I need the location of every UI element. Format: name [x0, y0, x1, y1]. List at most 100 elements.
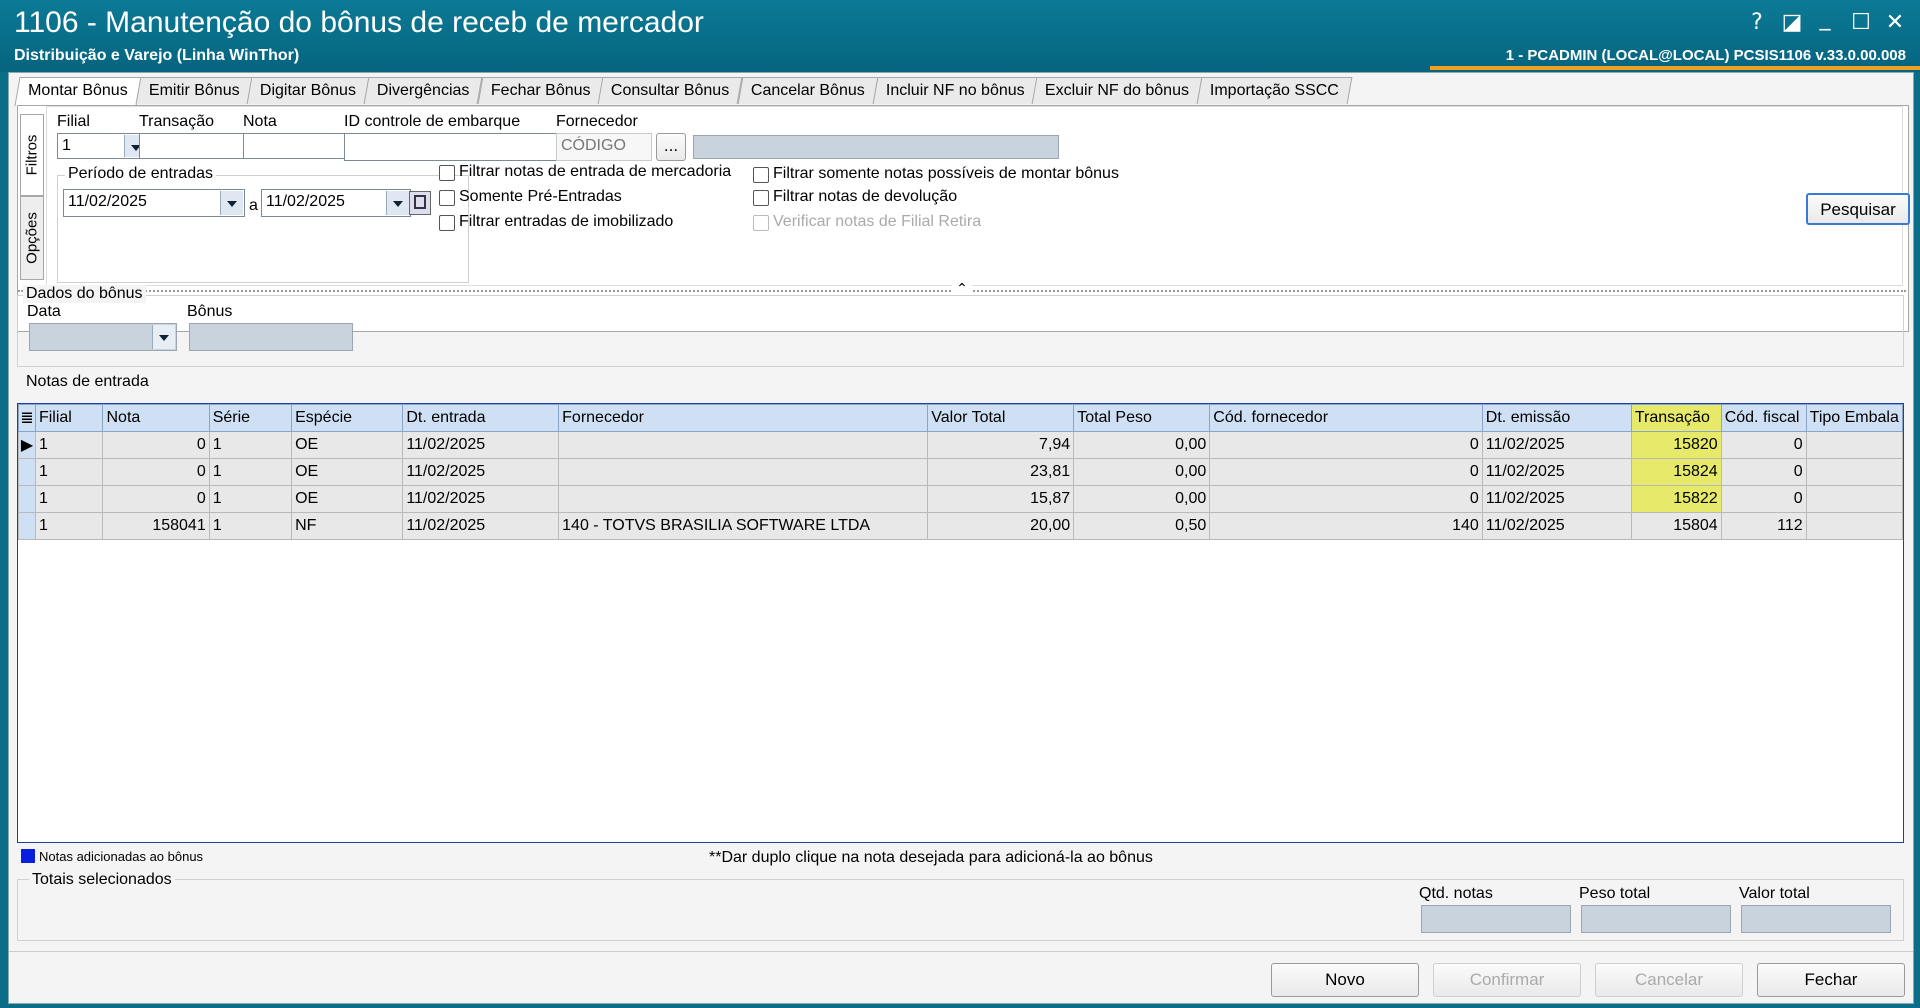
- cell-serie: 1: [208, 431, 293, 459]
- chk-imobilizado[interactable]: [439, 215, 455, 231]
- table-row[interactable]: 1 0 1 OE 11/02/2025 15,87 0,00 0 11/02/2…: [18, 485, 1904, 513]
- cell-filial: 1: [34, 431, 104, 459]
- date-separator: a: [249, 197, 258, 214]
- bonus-field: [189, 323, 353, 351]
- window-subtitle: Distribuição e Varejo (Linha WinThor): [14, 47, 300, 64]
- cancelar-button[interactable]: Cancelar: [1595, 963, 1743, 997]
- chk-imobilizado-label: Filtrar entradas de imobilizado: [459, 213, 674, 230]
- chk-entrada-mercadoria[interactable]: [439, 165, 455, 181]
- chk-filial-retira[interactable]: [753, 215, 769, 231]
- cell-total-peso: 0,00: [1073, 485, 1211, 513]
- col-header-valor-total[interactable]: Valor Total: [927, 404, 1075, 432]
- fornecedor-lookup-button[interactable]: ...: [656, 133, 686, 161]
- search-button[interactable]: Pesquisar: [1806, 193, 1910, 225]
- close-icon[interactable]: ✕: [1880, 8, 1910, 38]
- tab-consultar-bonus[interactable]: Consultar Bônus: [598, 77, 744, 104]
- user-info: 1 - PCADMIN (LOCAL@LOCAL) PCSIS1106 v.33…: [1505, 47, 1906, 64]
- cell-serie: 1: [208, 485, 293, 513]
- cell-serie: 1: [208, 458, 293, 486]
- qtd-field: [1421, 905, 1571, 933]
- fornecedor-name-field: [693, 135, 1059, 159]
- cell-cod-fiscal: 0: [1720, 485, 1807, 513]
- col-header-serie[interactable]: Série: [208, 404, 293, 432]
- cell-nota: 0: [102, 485, 210, 513]
- chk-possiveis-montar-label: Filtrar somente notas possíveis de monta…: [773, 165, 1119, 182]
- col-header-especie[interactable]: Espécie: [291, 404, 404, 432]
- cell-dt-emissao: 11/02/2025: [1481, 485, 1632, 513]
- peso-field: [1581, 905, 1731, 933]
- col-header-tipo-embala[interactable]: Tipo Embala: [1805, 404, 1904, 432]
- tab-importacao-sscc[interactable]: Importação SSCC: [1197, 77, 1353, 104]
- chk-devolucao[interactable]: [753, 190, 769, 206]
- date-from-input[interactable]: 11/02/2025: [63, 189, 245, 217]
- title-bar: 1106 - Manutenção do bônus de receb de m…: [0, 0, 1920, 72]
- col-header-dt-emissao[interactable]: Dt. emissão: [1481, 404, 1632, 432]
- chevron-down-icon[interactable]: [386, 191, 409, 215]
- fornecedor-label: Fornecedor: [556, 113, 638, 130]
- row-indicator: [18, 485, 36, 513]
- row-indicator: [18, 512, 36, 540]
- calendar-icon[interactable]: [409, 191, 431, 215]
- tab-divergencias[interactable]: Divergências: [363, 77, 484, 104]
- column-chooser-icon[interactable]: ≣: [18, 404, 36, 432]
- cell-nota: 0: [102, 431, 210, 459]
- table-row[interactable]: 1 158041 1 NF 11/02/2025 140 - TOTVS BRA…: [18, 512, 1904, 540]
- col-header-cod-fiscal[interactable]: Cód. fiscal: [1720, 404, 1807, 432]
- cell-dt-entrada: 11/02/2025: [402, 512, 560, 540]
- main-window: Montar Bônus Emitir Bônus Digitar Bônus …: [8, 72, 1914, 1004]
- side-tab-opcoes[interactable]: Opções: [20, 196, 44, 280]
- col-header-filial[interactable]: Filial: [34, 404, 104, 432]
- chk-pre-entradas[interactable]: [439, 190, 455, 206]
- legend-swatch: [21, 849, 35, 863]
- cell-valor-total: 15,87: [927, 485, 1075, 513]
- cell-cod-fiscal: 112: [1720, 512, 1807, 540]
- cell-transacao: 15822: [1630, 485, 1722, 513]
- chevron-down-icon[interactable]: [152, 325, 175, 349]
- tab-digitar-bonus[interactable]: Digitar Bônus: [246, 77, 370, 104]
- tab-incluir-nf[interactable]: Incluir NF no bônus: [872, 77, 1038, 104]
- side-tab-filtros[interactable]: Filtros: [20, 114, 44, 196]
- nota-input[interactable]: 0: [243, 133, 360, 159]
- maximize-icon[interactable]: ☐: [1846, 8, 1876, 38]
- chevron-down-icon[interactable]: [220, 191, 243, 215]
- minimize-icon[interactable]: _: [1810, 4, 1840, 34]
- totals-title: Totais selecionados: [29, 871, 175, 889]
- notas-grid[interactable]: ≣ Filial Nota Série Espécie Dt. entrada …: [17, 403, 1904, 843]
- id-embarque-label: ID controle de embarque: [344, 113, 521, 130]
- collapse-icon[interactable]: ⌃: [952, 282, 972, 296]
- cell-especie: OE: [291, 485, 404, 513]
- cell-valor-total: 20,00: [927, 512, 1075, 540]
- edit-icon[interactable]: ◪: [1777, 8, 1807, 38]
- cell-valor-total: 23,81: [927, 458, 1075, 486]
- tab-cancelar-bonus[interactable]: Cancelar Bônus: [737, 77, 878, 104]
- transacao-input[interactable]: 0: [139, 133, 257, 159]
- confirmar-button[interactable]: Confirmar: [1433, 963, 1581, 997]
- filial-select[interactable]: 1: [57, 133, 149, 159]
- col-header-dt-entrada[interactable]: Dt. entrada: [402, 404, 560, 432]
- date-to-input[interactable]: 11/02/2025: [261, 189, 411, 217]
- cell-fornecedor: [558, 458, 929, 486]
- fechar-button[interactable]: Fechar: [1757, 963, 1905, 997]
- fornecedor-code-input[interactable]: CÓDIGO: [556, 133, 652, 161]
- chk-possiveis-montar[interactable]: [753, 167, 769, 183]
- col-header-transacao[interactable]: Transação: [1630, 404, 1722, 432]
- cell-transacao: 15820: [1630, 431, 1722, 459]
- cell-fornecedor: 140 - TOTVS BRASILIA SOFTWARE LTDA: [558, 512, 929, 540]
- user-info-underline: [1430, 66, 1920, 70]
- tab-emitir-bonus[interactable]: Emitir Bônus: [135, 77, 253, 104]
- col-header-total-peso[interactable]: Total Peso: [1073, 404, 1211, 432]
- tab-montar-bonus[interactable]: Montar Bônus: [14, 77, 142, 106]
- tab-excluir-nf[interactable]: Excluir NF do bônus: [1031, 77, 1203, 104]
- col-header-cod-fornecedor[interactable]: Cód. fornecedor: [1209, 404, 1483, 432]
- data-label: Data: [27, 303, 61, 320]
- table-row[interactable]: ▶ 1 0 1 OE 11/02/2025 7,94 0,00 0 11/02/…: [18, 431, 1904, 459]
- data-select[interactable]: [29, 323, 177, 351]
- tab-strip: Montar Bônus Emitir Bônus Digitar Bônus …: [14, 77, 1353, 106]
- col-header-nota[interactable]: Nota: [102, 404, 210, 432]
- col-header-fornecedor[interactable]: Fornecedor: [558, 404, 929, 432]
- help-icon[interactable]: ?: [1742, 8, 1772, 38]
- tab-fechar-bonus[interactable]: Fechar Bônus: [477, 77, 604, 104]
- table-row[interactable]: 1 0 1 OE 11/02/2025 23,81 0,00 0 11/02/2…: [18, 458, 1904, 486]
- cell-valor-total: 7,94: [927, 431, 1075, 459]
- novo-button[interactable]: Novo: [1271, 963, 1419, 997]
